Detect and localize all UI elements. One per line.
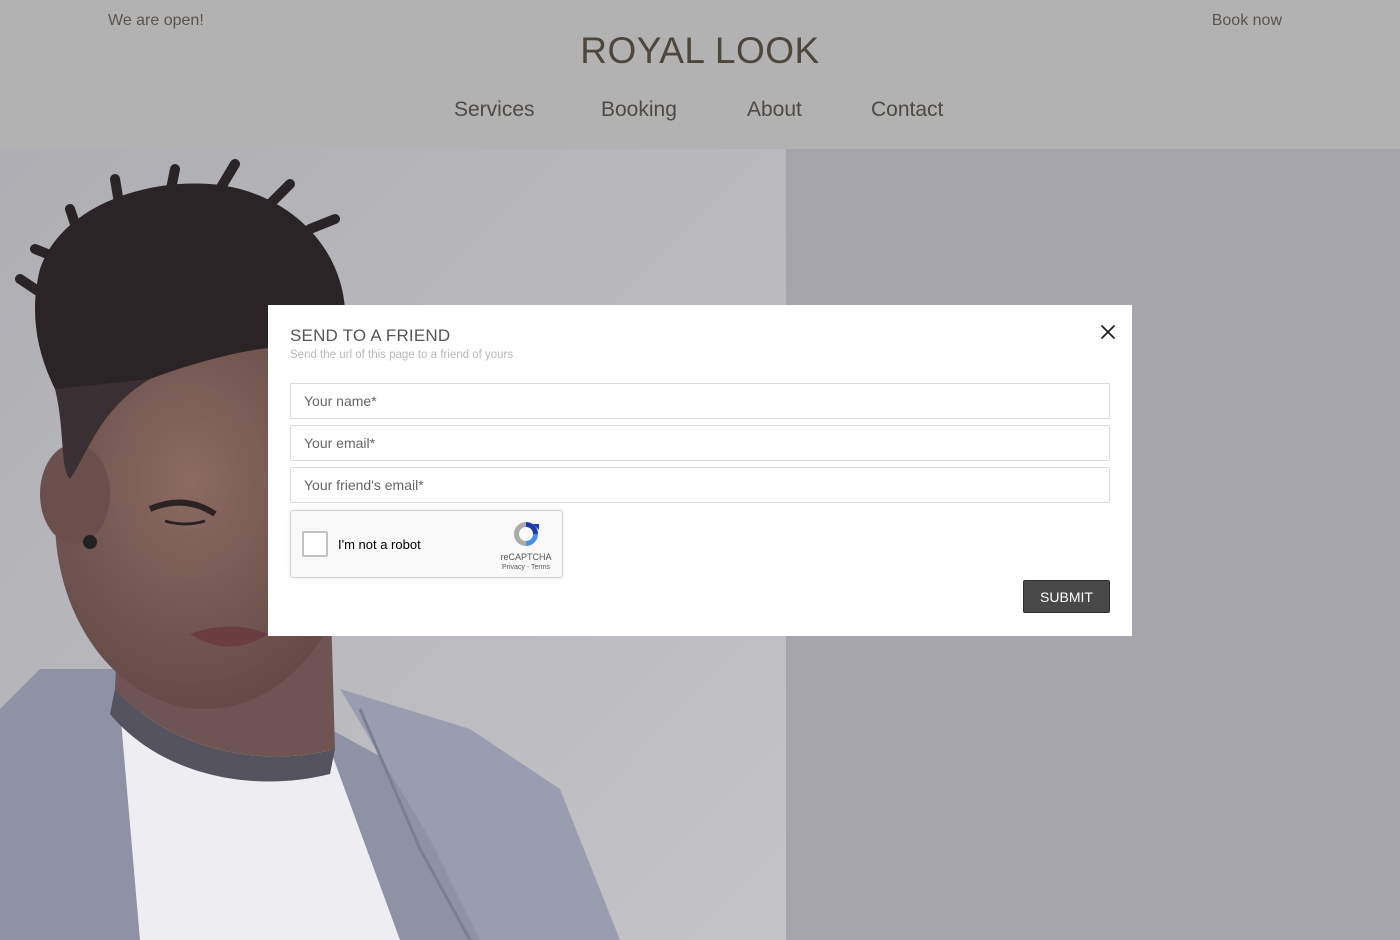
close-icon[interactable]	[1098, 322, 1118, 342]
recaptcha-label: I'm not a robot	[338, 537, 421, 552]
modal-title: SEND TO A FRIEND	[290, 326, 451, 345]
brand-logo[interactable]: ROYAL LOOK	[0, 30, 1400, 72]
book-now-link[interactable]: Book now	[1212, 12, 1282, 30]
email-field[interactable]	[290, 425, 1110, 461]
friend-email-field[interactable]	[290, 467, 1110, 503]
recaptcha-brand: reCAPTCHA	[500, 552, 552, 562]
main-nav: Services Booking About Contact	[0, 98, 1400, 128]
name-field[interactable]	[290, 383, 1110, 419]
nav-item-services[interactable]: Services	[454, 98, 535, 122]
nav-item-about[interactable]: About	[747, 98, 802, 122]
recaptcha-links[interactable]: Privacy - Terms	[486, 564, 566, 571]
send-to-friend-modal: SEND TO A FRIEND Send the url of this pa…	[268, 305, 1132, 636]
modal-subtitle: Send the url of this page to a friend of…	[290, 349, 514, 361]
recaptcha-checkbox[interactable]	[302, 531, 328, 557]
submit-button[interactable]: SUBMIT	[1023, 580, 1110, 613]
open-status-text: We are open!	[108, 12, 204, 29]
site-header: We are open! ROYAL LOOK Book now Service…	[0, 0, 1400, 149]
recaptcha-icon	[514, 522, 539, 546]
nav-item-contact[interactable]: Contact	[871, 98, 943, 122]
nav-item-booking[interactable]: Booking	[601, 98, 677, 122]
recaptcha-widget: I'm not a robot reCAPTCHA Privacy - Term…	[290, 510, 563, 578]
